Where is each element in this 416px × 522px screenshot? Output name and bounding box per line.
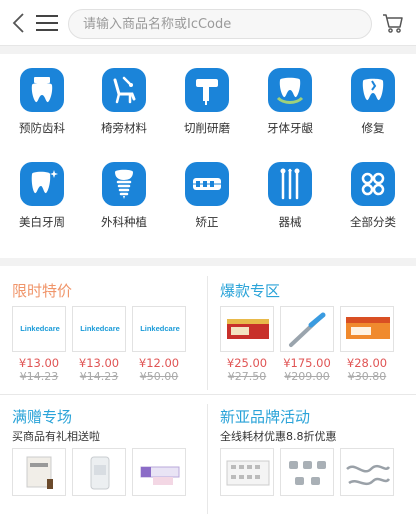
product-price: ¥13.00 (78, 356, 120, 370)
category-label: 椅旁材料 (101, 121, 147, 135)
product-image (340, 306, 394, 352)
category-label: 美白牙周 (19, 215, 65, 229)
category-restoration[interactable]: 修复 (333, 54, 413, 144)
category-label: 修复 (361, 121, 385, 135)
search-input[interactable] (69, 10, 371, 38)
category-label: 器械 (278, 215, 302, 229)
category-label: 切削研磨 (184, 121, 230, 135)
gift-product-2[interactable] (72, 448, 126, 496)
gift-zone-subtitle: 买商品有礼相送啦 (12, 430, 100, 443)
product-price: ¥12.00 (138, 356, 180, 370)
brand-logo: Linkedcare (140, 324, 180, 333)
limited-product-2[interactable]: Linkedcare ¥13.00 ¥14.23 (72, 306, 126, 383)
category-label: 全部分类 (350, 215, 396, 229)
product-image: Linkedcare (132, 306, 186, 352)
header-bar (0, 0, 416, 46)
tooth-sparkle-icon (20, 162, 64, 206)
category-all[interactable]: 全部分类 (333, 148, 413, 238)
page: 预防齿科 椅旁材料 切削研磨 牙体牙龈 修复 (0, 0, 416, 522)
brand-product-3[interactable] (340, 448, 394, 496)
implant-icon (102, 162, 146, 206)
category-orthodontics[interactable]: 矫正 (167, 148, 247, 238)
category-label: 牙体牙龈 (267, 121, 313, 135)
brand-product-1[interactable] (220, 448, 274, 496)
product-price: ¥25.00 (226, 356, 268, 370)
brand-logo: Linkedcare (80, 324, 120, 333)
brand-product-2[interactable] (280, 448, 334, 496)
product-original-price: ¥50.00 (139, 370, 179, 383)
category-chairside[interactable]: 椅旁材料 (84, 54, 164, 144)
product-original-price: ¥27.50 (227, 370, 267, 383)
product-original-price: ¥30.80 (347, 370, 387, 383)
cart-icon[interactable] (382, 12, 404, 34)
product-image: Linkedcare (12, 306, 66, 352)
product-image (280, 306, 334, 352)
category-label: 外科种植 (101, 215, 147, 229)
limited-product-3[interactable]: Linkedcare ¥12.00 ¥50.00 (132, 306, 186, 383)
category-grid: 预防齿科 椅旁材料 切削研磨 牙体牙龈 修复 美白牙周 外科种植 矫正 器械 全… (0, 54, 416, 258)
category-preventive[interactable]: 预防齿科 (2, 54, 82, 144)
product-image: Linkedcare (72, 306, 126, 352)
hot-product-2[interactable]: ¥175.00 ¥209.00 (280, 306, 334, 383)
drill-icon (185, 68, 229, 112)
limited-product-1[interactable]: Linkedcare ¥13.00 ¥14.23 (12, 306, 66, 383)
search-box[interactable] (68, 9, 372, 39)
category-implant[interactable]: 外科种植 (84, 148, 164, 238)
new-brand-title[interactable]: 新亚品牌活动 (220, 406, 310, 427)
braces-icon (185, 162, 229, 206)
new-brand-subtitle: 全线耗材优惠8.8折优惠 (220, 430, 337, 443)
tooth-gum-icon (268, 68, 312, 112)
brand-logo: Linkedcare (20, 324, 60, 333)
category-whitening[interactable]: 美白牙周 (2, 148, 82, 238)
hot-product-1[interactable]: ¥25.00 ¥27.50 (220, 306, 274, 383)
category-cutting[interactable]: 切削研磨 (167, 54, 247, 144)
promo-area: 限时特价 Linkedcare ¥13.00 ¥14.23 Linkedcare… (0, 266, 416, 522)
product-price: ¥28.00 (346, 356, 388, 370)
all-categories-icon (351, 162, 395, 206)
product-original-price: ¥209.00 (284, 370, 330, 383)
product-price: ¥13.00 (18, 356, 60, 370)
tooth-brush-icon (20, 68, 64, 112)
product-image (220, 306, 274, 352)
menu-icon[interactable] (36, 14, 58, 32)
category-label: 预防齿科 (19, 121, 65, 135)
gift-zone-title[interactable]: 满赠专场 (12, 406, 72, 427)
tooth-repair-icon (351, 68, 395, 112)
category-label: 矫正 (195, 215, 219, 229)
hot-product-3[interactable]: ¥28.00 ¥30.80 (340, 306, 394, 383)
product-original-price: ¥14.23 (79, 370, 119, 383)
category-tooth-gum[interactable]: 牙体牙龈 (250, 54, 330, 144)
gift-product-3[interactable] (132, 448, 186, 496)
product-price: ¥175.00 (283, 356, 331, 370)
instruments-icon (268, 162, 312, 206)
back-chevron-icon[interactable] (10, 12, 28, 34)
hot-items-title[interactable]: 爆款专区 (220, 280, 280, 301)
limited-offer-title[interactable]: 限时特价 (12, 280, 72, 301)
dental-chair-icon (102, 68, 146, 112)
gift-product-1[interactable] (12, 448, 66, 496)
product-original-price: ¥14.23 (19, 370, 59, 383)
category-instruments[interactable]: 器械 (250, 148, 330, 238)
